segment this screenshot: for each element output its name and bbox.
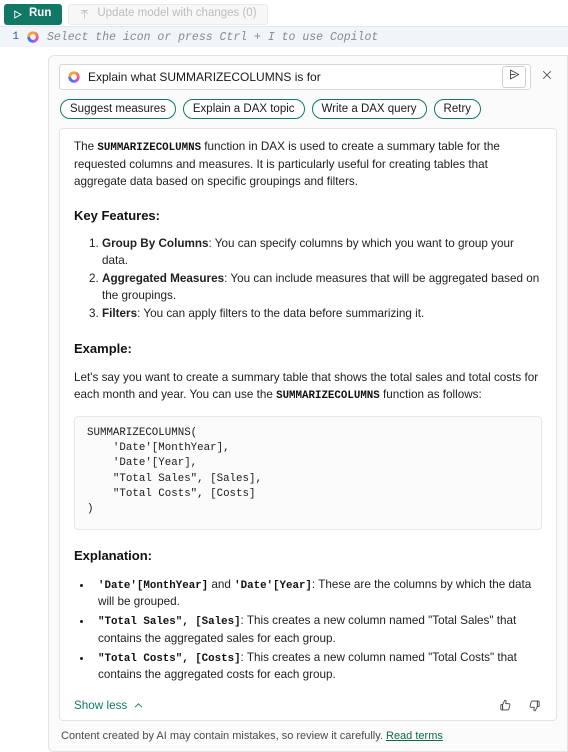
explanation-code-a: "Total Sales", [Sales] [98, 616, 241, 629]
explanation-heading: Explanation: [74, 547, 153, 563]
list-item: Aggregated Measures: You can include mea… [102, 271, 542, 305]
thumbs-down-icon[interactable] [527, 698, 542, 713]
run-button-label: Run [29, 7, 52, 20]
editor-line-1[interactable]: 1 Select the icon or press Ctrl + I to u… [0, 27, 568, 47]
suggestion-chips: Suggest measures Explain a DAX topic Wri… [59, 99, 557, 119]
key-features-heading: Key Features: [74, 207, 160, 223]
close-button[interactable] [537, 67, 557, 87]
send-button[interactable] [502, 66, 526, 88]
example-code: SUMMARIZECOLUMNS [276, 390, 380, 403]
ai-disclaimer: Content created by AI may contain mistak… [59, 721, 557, 751]
ai-disclaimer-text: Content created by AI may contain mistak… [61, 730, 383, 742]
feedback-controls [498, 698, 542, 713]
show-less-label: Show less [74, 698, 128, 712]
chip-label: Suggest measures [70, 103, 166, 115]
chip-write-dax-query[interactable]: Write a DAX query [311, 99, 427, 119]
send-arrow-icon [508, 68, 521, 86]
line-number: 1 [0, 31, 26, 43]
chevron-up-icon [133, 700, 144, 711]
feature-term: Group By Columns [102, 237, 209, 251]
feature-text: : You can apply filters to the data befo… [137, 307, 425, 321]
answer-footer: Show less [60, 690, 556, 720]
answer-intro-part1: The [74, 140, 98, 153]
chip-label: Explain a DAX topic [192, 103, 295, 115]
example-part2: function as follows: [379, 388, 482, 402]
dax-code-block[interactable]: SUMMARIZECOLUMNS( 'Date'[MonthYear], 'Da… [74, 415, 542, 530]
chip-retry[interactable]: Retry [433, 99, 482, 119]
top-toolbar: Run Update model with changes (0) [0, 0, 568, 27]
copilot-swirl-icon[interactable] [26, 30, 40, 44]
explanation-code-a: "Total Costs", [Costs] [98, 652, 241, 665]
list-item: "Total Sales", [Sales]: This creates a n… [93, 613, 542, 648]
show-less-button[interactable]: Show less [74, 699, 144, 712]
answer-intro-paragraph: The SUMMARIZECOLUMNS function in DAX is … [74, 139, 542, 191]
explanation-list: 'Date'[MonthYear] and 'Date'[Year]: Thes… [74, 577, 542, 685]
copilot-swirl-icon [67, 70, 88, 84]
prompt-input-value[interactable]: Explain what SUMMARIZECOLUMNS is for [88, 70, 502, 84]
chip-label: Write a DAX query [321, 103, 417, 115]
close-icon [541, 68, 553, 86]
explanation-code-b: 'Date'[Year] [234, 579, 312, 592]
copilot-ghost-hint: Select the icon or press Ctrl + I to use… [47, 30, 379, 44]
explanation-code-a: 'Date'[MonthYear] [98, 579, 209, 592]
update-model-button-label: Update model with changes (0) [97, 7, 257, 20]
feature-term: Aggregated Measures [102, 272, 225, 286]
copilot-panel: Explain what SUMMARIZECOLUMNS is for Sug… [48, 55, 568, 752]
chip-explain-dax-topic[interactable]: Explain a DAX topic [182, 99, 305, 119]
explanation-mid: and [208, 577, 235, 591]
feature-term: Filters [102, 307, 138, 321]
update-model-button[interactable]: Update model with changes (0) [68, 3, 268, 25]
example-paragraph: Let's say you want to create a summary t… [74, 370, 542, 405]
play-triangle-icon [12, 9, 23, 20]
answer-intro-code: SUMMARIZECOLUMNS [97, 142, 202, 154]
thumbs-up-icon[interactable] [498, 698, 513, 713]
list-item: Group By Columns: You can specify column… [102, 236, 542, 270]
chip-label: Retry [443, 103, 472, 115]
read-terms-link[interactable]: Read terms [386, 730, 443, 742]
key-features-list: Group By Columns: You can specify column… [74, 236, 542, 323]
list-item: Filters: You can apply filters to the da… [102, 306, 542, 323]
list-item: "Total Costs", [Costs]: This creates a n… [93, 650, 542, 685]
arrow-up-icon [79, 9, 90, 20]
example-heading: Example: [74, 341, 132, 357]
chip-suggest-measures[interactable]: Suggest measures [60, 99, 176, 119]
prompt-input-box[interactable]: Explain what SUMMARIZECOLUMNS is for [59, 64, 531, 90]
prompt-row: Explain what SUMMARIZECOLUMNS is for [59, 64, 557, 90]
answer-body: The SUMMARIZECOLUMNS function in DAX is … [60, 129, 556, 690]
answer-card: The SUMMARIZECOLUMNS function in DAX is … [59, 128, 557, 721]
run-button[interactable]: Run [4, 3, 63, 25]
list-item: 'Date'[MonthYear] and 'Date'[Year]: Thes… [93, 577, 542, 612]
